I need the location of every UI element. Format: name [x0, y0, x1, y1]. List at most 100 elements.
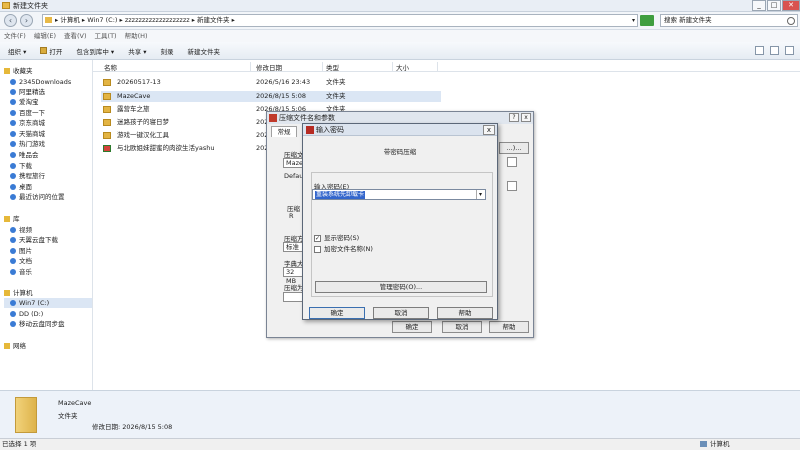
nav-item-tmall[interactable]: 天猫商城 — [10, 129, 45, 139]
library-icon — [4, 216, 10, 222]
settings-button[interactable]: ...)... — [499, 142, 529, 154]
window-title: 新建文件夹 — [13, 2, 48, 10]
file-type: 文件夹 — [326, 92, 346, 100]
column-type[interactable]: 类型 — [323, 62, 393, 72]
help-icon[interactable] — [785, 46, 794, 55]
nav-item-jd[interactable]: 京东商城 — [10, 118, 45, 128]
file-name: 迷路孩子的寝日梦 — [117, 118, 169, 126]
nav-item-aliselected[interactable]: 阿里精选 — [10, 87, 45, 97]
share-button[interactable]: 共享 ▾ — [128, 46, 146, 56]
refresh-button[interactable] — [640, 15, 654, 26]
nav-item-videos[interactable]: 视频 — [10, 225, 32, 235]
archive-icon — [103, 145, 111, 152]
column-name[interactable]: 名称 — [101, 62, 251, 72]
nav-item-baidu[interactable]: 百度一下 — [10, 108, 45, 118]
menu-view[interactable]: 查看(V) — [64, 30, 87, 42]
organize-button[interactable]: 组织 ▾ — [8, 46, 26, 56]
computer-icon — [4, 290, 10, 296]
file-type: 文件夹 — [326, 78, 346, 86]
column-header-row: 名称 修改日期 类型 大小 — [93, 60, 800, 72]
nav-item-network[interactable]: 网络 — [4, 341, 26, 351]
close-button[interactable]: x — [483, 125, 495, 135]
cloud-icon — [10, 321, 16, 327]
cancel-button[interactable]: 取消 — [373, 307, 429, 319]
nav-item-documents[interactable]: 文档 — [10, 256, 32, 266]
ok-button[interactable]: 确定 — [309, 307, 365, 319]
nav-item-ctrip[interactable]: 携程旅行 — [10, 171, 45, 181]
nav-item-hot-games[interactable]: 热门游戏 — [10, 139, 45, 149]
navigation-pane: 收藏夹 2345Downloads 阿里精选 爱淘宝 百度一下 京东商城 天猫商… — [0, 60, 93, 390]
file-name: 游戏一键汉化工具 — [117, 131, 169, 139]
nav-item-pictures[interactable]: 图片 — [10, 246, 32, 256]
column-size[interactable]: 大小 — [393, 62, 438, 72]
close-button[interactable]: ✕ — [782, 0, 800, 11]
recent-icon — [10, 194, 16, 200]
nav-item-downloads[interactable]: 下载 — [10, 161, 32, 171]
search-placeholder: 搜索 新建文件夹 — [664, 16, 712, 24]
nav-item-tianyi-downloads[interactable]: 天翼云盘下载 — [10, 235, 58, 245]
link-icon — [10, 131, 16, 137]
folder-icon — [45, 17, 52, 23]
help-button[interactable]: ? — [509, 113, 519, 122]
ok-button[interactable]: 确定 — [392, 321, 432, 333]
new-folder-button[interactable]: 新建文件夹 — [188, 46, 221, 56]
menu-edit[interactable]: 编辑(E) — [34, 30, 56, 42]
format-rar-radio[interactable]: R — [289, 212, 294, 220]
nav-item-cloud-sync[interactable]: 移动云盘同步盘 — [10, 319, 65, 329]
method-select[interactable]: 标准 — [283, 242, 303, 252]
include-in-library-button[interactable]: 包含到库中 ▾ — [76, 46, 114, 56]
dialog-titlebar: 输入密码 x — [303, 124, 497, 136]
libraries-header[interactable]: 库 — [4, 214, 20, 224]
burn-button[interactable]: 刻录 — [161, 46, 174, 56]
search-icon[interactable] — [787, 17, 795, 25]
address-input[interactable]: ▸ 计算机 ▸ Win7 (C:) ▸ zzzzzzzzzzzzzzzzzzz … — [42, 14, 638, 27]
view-options-icon[interactable] — [755, 46, 764, 55]
cancel-button[interactable]: 取消 — [442, 321, 482, 333]
column-date[interactable]: 修改日期 — [253, 62, 323, 72]
open-button[interactable]: 打开 — [40, 46, 62, 56]
folder-icon — [103, 132, 111, 139]
folder-icon — [103, 79, 111, 86]
download-icon — [10, 163, 16, 169]
update-mode-select[interactable] — [507, 157, 517, 167]
nav-item-music[interactable]: 音乐 — [10, 267, 32, 277]
file-row-selected[interactable]: MazeCave 2026/8/15 5:08 文件夹 — [101, 91, 441, 102]
file-row[interactable]: 20260517-13 2026/5/16 23:43 文件夹 — [101, 77, 441, 88]
menu-file[interactable]: 文件(F) — [4, 30, 26, 42]
show-password-checkbox[interactable]: ✓ 显示密码(S) — [314, 234, 424, 243]
password-input[interactable]: 重装系统先卸载卡 ▾ — [312, 189, 486, 200]
chevron-down-icon[interactable]: ▾ — [476, 190, 484, 199]
split-field[interactable] — [283, 292, 303, 302]
back-button[interactable]: ‹ — [4, 14, 17, 27]
forward-button[interactable]: › — [20, 14, 33, 27]
dictionary-select[interactable]: 32 MB — [283, 267, 303, 285]
link-icon — [10, 152, 16, 158]
winrar-icon — [306, 126, 314, 134]
encrypt-filenames-checkbox[interactable]: 加密文件名称(N) — [314, 245, 424, 254]
nav-item-2345downloads[interactable]: 2345Downloads — [10, 77, 71, 87]
nav-item-aitaobao[interactable]: 爱淘宝 — [10, 97, 39, 107]
archive-name-field[interactable]: MazeC — [283, 158, 308, 168]
preview-pane-icon[interactable] — [770, 46, 779, 55]
nav-item-dd-d[interactable]: DD (D:) — [10, 309, 43, 319]
chevron-down-icon[interactable]: ▾ — [632, 15, 635, 26]
maximize-button[interactable]: □ — [767, 0, 781, 11]
help-button[interactable]: 帮助 — [489, 321, 529, 333]
search-input[interactable]: 搜索 新建文件夹 — [660, 14, 798, 27]
nav-item-recent[interactable]: 最近访问的位置 — [10, 192, 65, 202]
favorites-header[interactable]: 收藏夹 — [4, 66, 33, 76]
document-icon — [10, 258, 16, 264]
command-toolbar: 组织 ▾ 打开 包含到库中 ▾ 共享 ▾ 刻录 新建文件夹 — [0, 42, 800, 60]
manage-passwords-button[interactable]: 管理密码(O)... — [315, 281, 487, 293]
nav-item-vipshop[interactable]: 唯品会 — [10, 150, 39, 160]
profile-select[interactable] — [507, 181, 517, 191]
menu-tools[interactable]: 工具(T) — [95, 30, 117, 42]
computer-header[interactable]: 计算机 — [4, 288, 33, 298]
help-button[interactable]: 帮助 — [437, 307, 493, 319]
tab-general[interactable]: 常规 — [271, 126, 297, 137]
nav-item-win7-c[interactable]: Win7 (C:) — [4, 298, 92, 308]
close-button[interactable]: x — [521, 113, 531, 122]
nav-item-desktop[interactable]: 桌面 — [10, 182, 32, 192]
menu-help[interactable]: 帮助(H) — [125, 30, 148, 42]
minimize-button[interactable]: _ — [752, 0, 766, 11]
